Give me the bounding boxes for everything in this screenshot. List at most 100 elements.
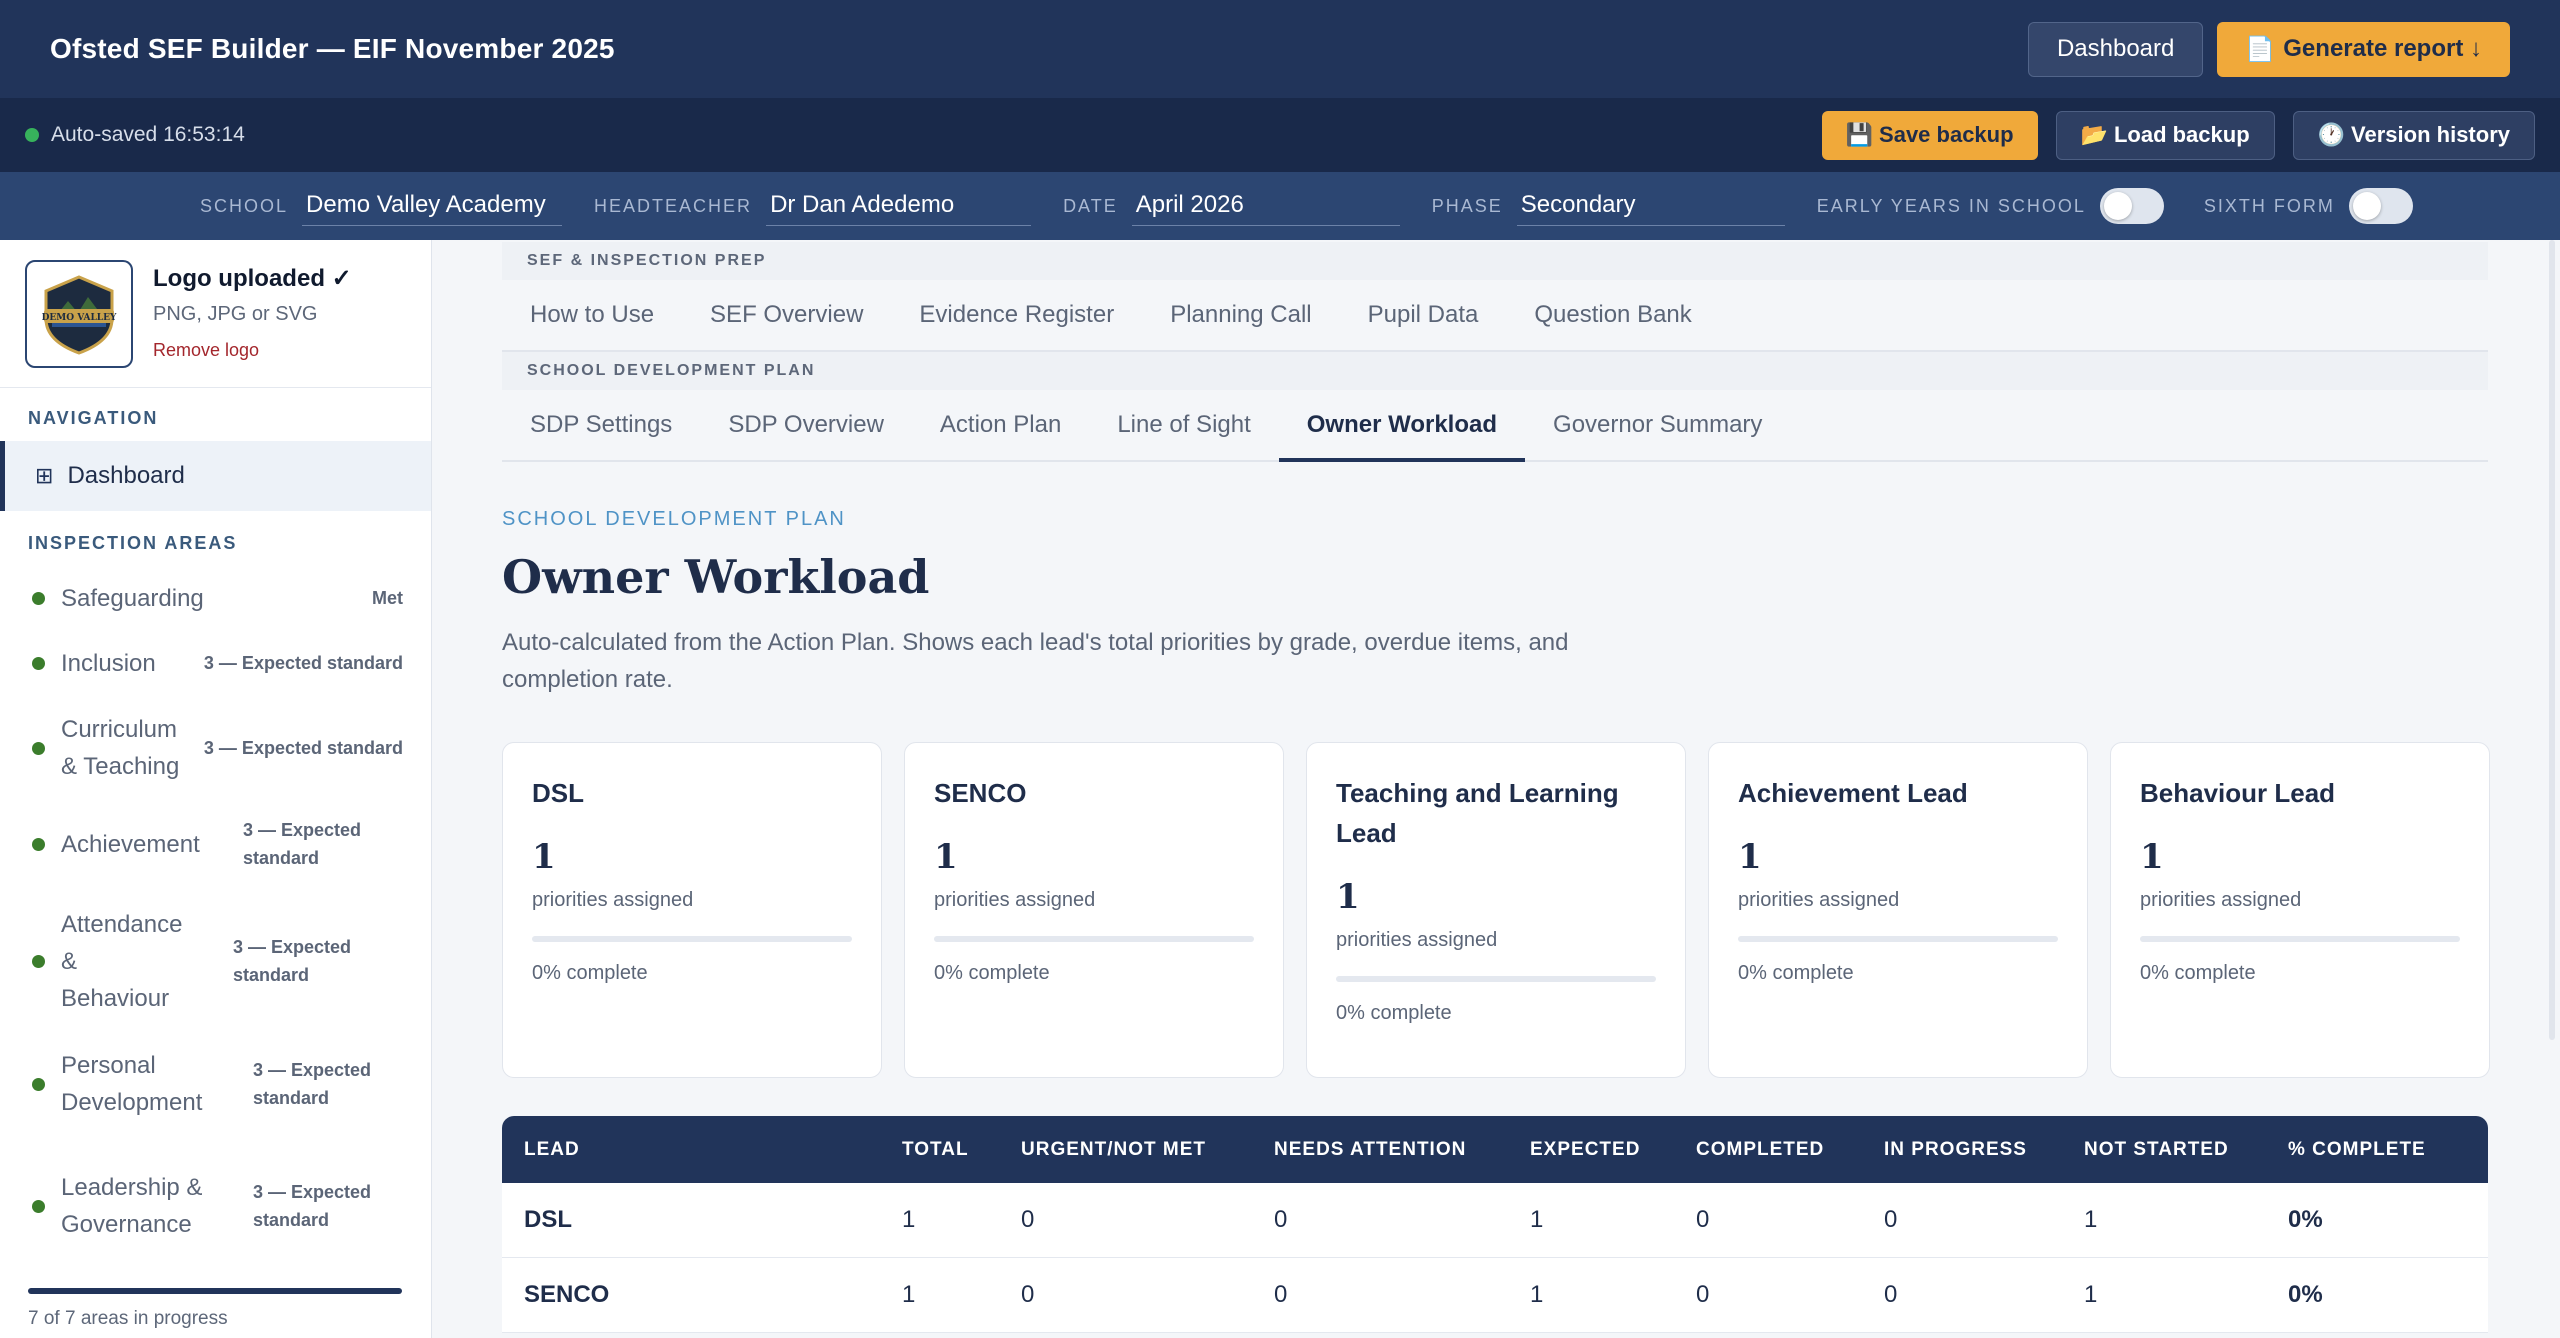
remove-logo-link[interactable]: Remove logo: [153, 340, 352, 361]
save-bar: Auto-saved 16:53:14 💾 Save backup 📂 Load…: [0, 98, 2560, 172]
sidebar-item-leadership[interactable]: Leadership & Governance 3 — Expected sta…: [0, 1136, 431, 1276]
sixth-form-label: SIXTH FORM: [2203, 195, 2335, 216]
sidebar-item-attendance[interactable]: Attendance & Behaviour 3 — Expected stan…: [0, 890, 431, 1032]
toggle-knob: [2103, 192, 2132, 220]
date-input[interactable]: April 2026: [1131, 187, 1400, 226]
tab-planning-call[interactable]: Planning Call: [1142, 280, 1339, 350]
completion-bar: [2140, 936, 2460, 942]
tab-action-plan[interactable]: Action Plan: [912, 390, 1089, 460]
column-header[interactable]: URGENT/NOT MET: [1021, 1139, 1274, 1161]
section-eyebrow: SCHOOL DEVELOPMENT PLAN: [502, 508, 846, 530]
column-header[interactable]: EXPECTED: [1530, 1139, 1696, 1161]
area-name: Inclusion: [61, 649, 156, 677]
version-history-button[interactable]: 🕐 Version history: [2292, 110, 2535, 160]
area-name: Personal Development: [61, 1052, 203, 1116]
generate-report-button[interactable]: 📄 Generate report ↓: [2217, 21, 2510, 77]
table-cell: DSL: [524, 1206, 572, 1233]
tab-line-of-sight[interactable]: Line of Sight: [1089, 390, 1278, 460]
sidebar-item-achievement[interactable]: Achievement 3 — Expected standard: [0, 798, 431, 890]
owner-card: SENCO 1 priorities assigned 0% complete: [904, 742, 1284, 1078]
table-cell: 0%: [2288, 1281, 2323, 1308]
area-name: Curriculum & Teaching: [61, 716, 180, 780]
owner-card: Achievement Lead 1 priorities assigned 0…: [1708, 742, 2088, 1078]
tab-pupil-data[interactable]: Pupil Data: [1340, 280, 1507, 350]
status-dot: [32, 954, 45, 968]
clock-icon: 🕐: [2317, 122, 2346, 147]
tab-sef-overview[interactable]: SEF Overview: [682, 280, 891, 350]
workload-table: LEAD TOTAL URGENT/NOT MET NEEDS ATTENTIO…: [502, 1116, 2488, 1333]
table-cell: 1: [1530, 1281, 1544, 1308]
priority-count: 1: [532, 837, 556, 877]
area-status: 3 — Expected standard: [203, 653, 403, 673]
version-history-label: Version history: [2351, 122, 2510, 147]
save-backup-button[interactable]: 💾 Save backup: [1821, 110, 2038, 160]
sidebar: DEMO VALLEY Logo uploaded ✓ PNG, JPG or …: [0, 240, 432, 1338]
column-header[interactable]: % COMPLETE: [2288, 1139, 2488, 1161]
tab-evidence-register[interactable]: Evidence Register: [891, 280, 1142, 350]
status-dot: [32, 837, 45, 851]
crest-text: DEMO VALLEY: [42, 313, 117, 323]
floppy-disk-icon: 💾: [1845, 122, 1874, 147]
table-cell: 1: [1530, 1206, 1544, 1233]
priority-count-label: priorities assigned: [2140, 889, 2302, 911]
sidebar-item-dashboard[interactable]: ⊞ Dashboard: [0, 441, 431, 511]
table-header: LEAD TOTAL URGENT/NOT MET NEEDS ATTENTIO…: [502, 1116, 2488, 1183]
scrollbar[interactable]: [2549, 240, 2555, 1040]
tab-governor-summary[interactable]: Governor Summary: [1525, 390, 1790, 460]
owner-card: Teaching and Learning Lead 1 priorities …: [1306, 742, 1686, 1078]
early-years-toggle[interactable]: [2099, 188, 2164, 224]
phase-label: PHASE: [1431, 195, 1503, 216]
tab-owner-workload[interactable]: Owner Workload: [1278, 390, 1526, 462]
main-content: SEF & INSPECTION PREP How to Use SEF Ove…: [432, 240, 2560, 1338]
school-info-bar: SCHOOL Demo Valley Academy HEADTEACHER D…: [0, 172, 2560, 240]
page-title: Owner Workload: [502, 550, 930, 604]
table-cell: 0: [1274, 1281, 1288, 1308]
sidebar-item-curriculum[interactable]: Curriculum & Teaching 3 — Expected stand…: [0, 698, 431, 798]
table-cell: 1: [902, 1281, 916, 1308]
date-field: DATE April 2026: [1063, 187, 1400, 226]
tab-how-to-use[interactable]: How to Use: [502, 280, 682, 350]
completion-label: 0% complete: [1336, 1002, 1452, 1024]
areas-progress-bar: [28, 1288, 402, 1294]
tab-sdp-settings[interactable]: SDP Settings: [502, 390, 700, 460]
school-input[interactable]: Demo Valley Academy: [302, 187, 563, 226]
column-header[interactable]: NEEDS ATTENTION: [1274, 1139, 1530, 1161]
tab-sdp-overview[interactable]: SDP Overview: [700, 390, 912, 460]
sidebar-item-safeguarding[interactable]: Safeguarding Met: [0, 568, 431, 628]
area-status: 3 — Expected standard: [203, 738, 403, 758]
column-header[interactable]: TOTAL: [902, 1139, 1021, 1161]
table-cell: 0: [1884, 1206, 1898, 1233]
school-label: SCHOOL: [200, 195, 289, 216]
school-field: SCHOOL Demo Valley Academy: [200, 187, 563, 226]
sidebar-item-personal-development[interactable]: Personal Development 3 — Expected standa…: [0, 1032, 431, 1136]
completion-bar: [1738, 936, 2058, 942]
priority-count: 1: [1738, 837, 1762, 877]
owner-card: Behaviour Lead 1 priorities assigned 0% …: [2110, 742, 2490, 1078]
tab-group-sef-label: SEF & INSPECTION PREP: [502, 242, 2488, 280]
owner-card: DSL 1 priorities assigned 0% complete: [502, 742, 882, 1078]
toggle-knob: [2352, 192, 2381, 220]
area-name: Achievement: [61, 830, 200, 858]
load-backup-button[interactable]: 📂 Load backup: [2055, 110, 2275, 160]
logo-info: Logo uploaded ✓ PNG, JPG or SVG Remove l…: [153, 260, 352, 367]
column-header[interactable]: IN PROGRESS: [1884, 1139, 2084, 1161]
headteacher-input[interactable]: Dr Dan Adedemo: [766, 187, 1032, 226]
school-logo[interactable]: DEMO VALLEY: [25, 260, 133, 368]
phase-field: PHASE Secondary: [1432, 187, 1785, 226]
phase-select[interactable]: Secondary: [1516, 187, 1785, 226]
completion-label: 0% complete: [2140, 962, 2256, 984]
tab-question-bank[interactable]: Question Bank: [1506, 280, 1719, 350]
tab-row-sef: How to Use SEF Overview Evidence Registe…: [502, 280, 2488, 352]
column-header[interactable]: LEAD: [502, 1139, 902, 1161]
priority-count-label: priorities assigned: [934, 889, 1096, 911]
sidebar-item-inclusion[interactable]: Inclusion 3 — Expected standard: [0, 628, 431, 698]
column-header[interactable]: COMPLETED: [1696, 1139, 1884, 1161]
dashboard-button[interactable]: Dashboard: [2027, 21, 2204, 77]
document-icon: 📄: [2245, 35, 2276, 63]
navigation-heading: NAVIGATION: [28, 408, 159, 428]
tab-row-sdp: SDP Settings SDP Overview Action Plan Li…: [502, 390, 2488, 462]
column-header[interactable]: NOT STARTED: [2084, 1139, 2288, 1161]
table-cell: 1: [902, 1206, 916, 1233]
sixth-form-toggle[interactable]: [2348, 188, 2413, 224]
owner-name: SENCO: [934, 778, 1027, 808]
